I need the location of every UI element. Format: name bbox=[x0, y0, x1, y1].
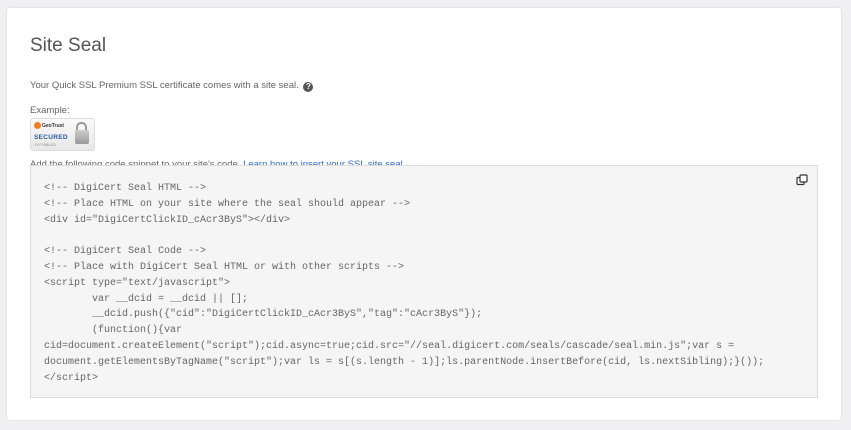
code-snippet[interactable]: <!-- DigiCert Seal HTML --> <!-- Place H… bbox=[44, 181, 764, 386]
code-snippet-box[interactable]: <!-- DigiCert Seal HTML --> <!-- Place H… bbox=[30, 165, 818, 398]
help-icon[interactable]: ? bbox=[303, 82, 314, 92]
seal-brand: GeoTrust bbox=[42, 122, 64, 129]
geotrust-logo: GeoTrust bbox=[34, 122, 64, 129]
description-text: Your Quick SSL Premium SSL certificate c… bbox=[30, 80, 299, 91]
example-label: Example: bbox=[30, 105, 70, 116]
seal-secured-text: SECURED bbox=[34, 134, 68, 141]
seal-date: YYYY.MM.DD bbox=[34, 143, 56, 147]
copy-icon[interactable] bbox=[796, 174, 808, 186]
description: Your Quick SSL Premium SSL certificate c… bbox=[30, 80, 314, 92]
lock-icon bbox=[75, 130, 89, 144]
page-title: Site Seal bbox=[30, 35, 107, 56]
site-seal-image: GeoTrust SECURED YYYY.MM.DD bbox=[30, 118, 95, 151]
